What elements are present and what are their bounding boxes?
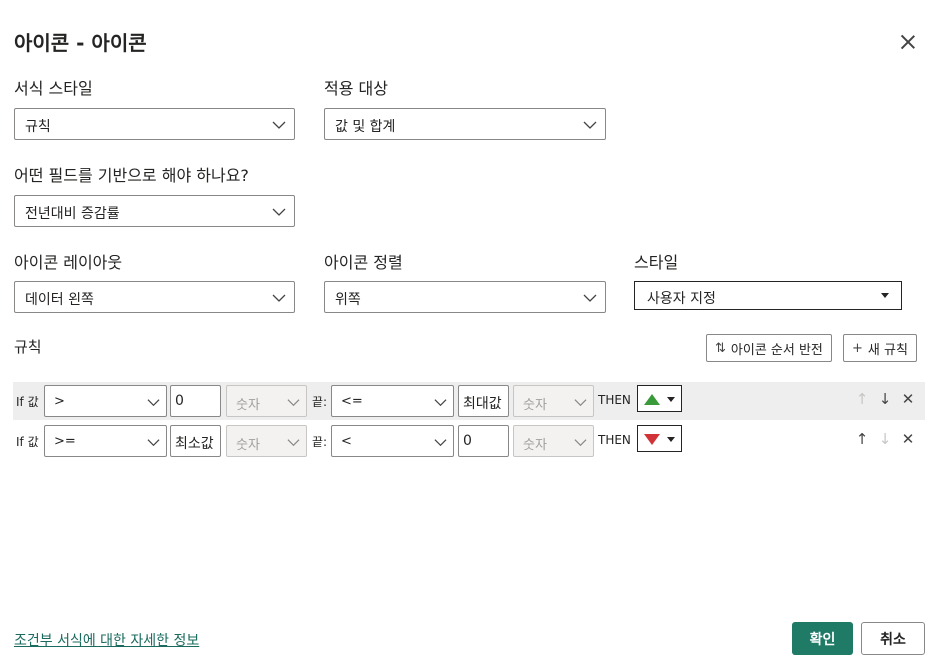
apply-to-value: 값 및 합계	[335, 119, 396, 135]
chevron-down-icon	[583, 121, 597, 129]
type-2-dropdown[interactable]: 숫자	[513, 425, 594, 457]
if-value-label: If 값	[16, 435, 39, 449]
sort-arrows-icon: ⇅	[715, 340, 726, 356]
chevron-down-icon	[272, 208, 286, 216]
if-value-label: If 값	[16, 395, 39, 409]
base-field-label: 어떤 필드를 기반으로 해야 하나요?	[14, 166, 249, 185]
dialog-title: 아이콘 - 아이콘	[14, 31, 147, 55]
move-up-icon[interactable]: ↑	[854, 431, 870, 447]
type-2-value: 숫자	[523, 438, 547, 453]
operator-1-value: >	[54, 394, 65, 409]
chevron-down-icon	[434, 399, 447, 407]
cancel-button[interactable]: 취소	[861, 622, 925, 655]
value-2-input[interactable]: 0	[458, 425, 509, 457]
rules-label: 규칙	[14, 338, 42, 356]
caret-down-icon	[667, 397, 675, 402]
apply-to-label: 적용 대상	[324, 79, 388, 98]
learn-more-link[interactable]: 조건부 서식에 대한 자세한 정보	[14, 630, 199, 650]
operator-2-dropdown[interactable]: <=	[331, 385, 454, 417]
delete-rule-icon[interactable]: ✕	[900, 431, 916, 447]
chevron-down-icon	[287, 399, 300, 407]
reverse-icon-order-button[interactable]: ⇅ 아이콘 순서 반전	[706, 334, 832, 362]
move-down-icon[interactable]: ↓	[877, 391, 893, 407]
caret-down-icon	[881, 293, 889, 298]
chevron-down-icon	[574, 399, 587, 407]
green-up-triangle-icon	[644, 394, 660, 405]
format-style-dropdown[interactable]: 규칙	[14, 108, 295, 140]
type-2-dropdown[interactable]: 숫자	[513, 385, 594, 417]
red-down-triangle-icon	[644, 434, 660, 445]
reverse-icon-order-label: 아이콘 순서 반전	[730, 342, 823, 358]
operator-1-value: >=	[54, 434, 76, 449]
icon-align-dropdown[interactable]: 위쪽	[324, 281, 606, 313]
new-rule-label: 새 규칙	[867, 342, 908, 358]
icon-layout-dropdown[interactable]: 데이터 왼쪽	[14, 281, 295, 313]
operator-1-dropdown[interactable]: >	[44, 385, 167, 417]
then-label: THEN	[598, 393, 631, 407]
close-icon[interactable]	[898, 32, 918, 52]
value-1-text: 최소값	[175, 436, 214, 452]
value-1-input[interactable]: 0	[170, 385, 221, 417]
value-2-text: 최대값	[463, 396, 502, 412]
format-style-value: 규칙	[25, 119, 51, 135]
operator-2-value: <=	[341, 394, 363, 409]
format-style-label: 서식 스타일	[14, 79, 93, 98]
value-2-text: 0	[463, 433, 472, 449]
new-rule-button[interactable]: + 새 규칙	[843, 334, 917, 362]
chevron-down-icon	[434, 439, 447, 447]
base-field-value: 전년대비 증감률	[25, 206, 120, 222]
rule-row: If 값 >= 최소값 숫자 끝: < 0 숫자 THEN ↑ ↓ ✕	[13, 422, 925, 460]
delete-rule-icon[interactable]: ✕	[900, 391, 916, 407]
value-2-input[interactable]: 최대값	[458, 385, 509, 417]
style-value: 사용자 지정	[647, 291, 716, 307]
base-field-dropdown[interactable]: 전년대비 증감률	[14, 195, 295, 227]
value-1-input[interactable]: 최소값	[170, 425, 221, 457]
chevron-down-icon	[272, 121, 286, 129]
icon-align-label: 아이콘 정렬	[324, 253, 403, 272]
icon-picker[interactable]	[637, 385, 682, 412]
icon-align-value: 위쪽	[335, 292, 361, 308]
plus-icon: +	[852, 340, 863, 356]
operator-2-value: <	[341, 434, 352, 449]
icon-picker[interactable]	[637, 425, 682, 452]
chevron-down-icon	[574, 439, 587, 447]
move-down-icon[interactable]: ↓	[877, 431, 893, 447]
caret-down-icon	[667, 437, 675, 442]
style-label: 스타일	[634, 253, 679, 272]
chevron-down-icon	[583, 294, 597, 302]
type-2-value: 숫자	[523, 398, 547, 413]
type-1-dropdown[interactable]: 숫자	[226, 385, 307, 417]
and-label: 끝:	[312, 435, 328, 449]
apply-to-dropdown[interactable]: 값 및 합계	[324, 108, 606, 140]
rule-row: If 값 > 0 숫자 끝: <= 최대값 숫자 THEN ↑ ↓ ✕	[13, 382, 925, 420]
chevron-down-icon	[147, 399, 160, 407]
ok-button[interactable]: 확인	[792, 622, 853, 655]
then-label: THEN	[598, 433, 631, 447]
icon-layout-value: 데이터 왼쪽	[25, 292, 94, 308]
and-label: 끝:	[312, 395, 328, 409]
value-1-text: 0	[175, 393, 184, 409]
move-up-icon[interactable]: ↑	[854, 391, 870, 407]
type-1-dropdown[interactable]: 숫자	[226, 425, 307, 457]
chevron-down-icon	[287, 439, 300, 447]
icon-layout-label: 아이콘 레이아웃	[14, 253, 123, 272]
chevron-down-icon	[272, 294, 286, 302]
type-1-value: 숫자	[236, 398, 260, 413]
style-select[interactable]: 사용자 지정	[634, 281, 902, 310]
operator-2-dropdown[interactable]: <	[331, 425, 454, 457]
operator-1-dropdown[interactable]: >=	[44, 425, 167, 457]
chevron-down-icon	[147, 439, 160, 447]
type-1-value: 숫자	[236, 438, 260, 453]
